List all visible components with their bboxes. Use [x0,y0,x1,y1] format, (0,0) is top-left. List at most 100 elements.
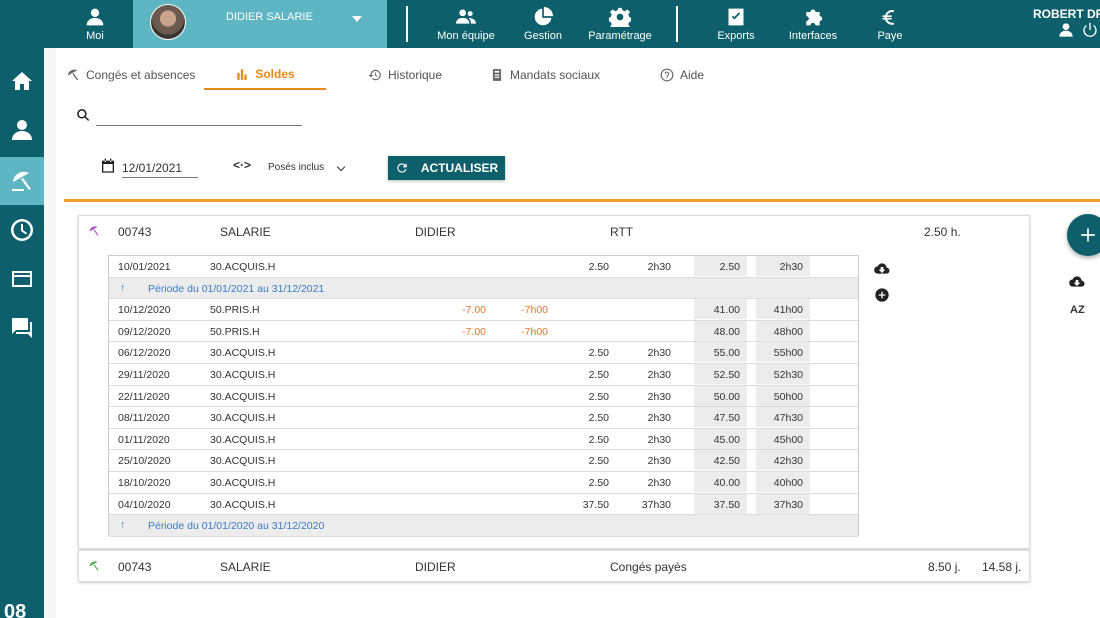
calendar-icon[interactable] [100,158,116,174]
download-action[interactable] [874,261,890,282]
top-navigation-bar: Moi DIDIER SALARIE Mon équipe Gestion Pa… [0,0,1100,48]
person-icon [12,120,32,140]
table-row[interactable]: 25/10/2020 30.ACQUIS.H 2.50 2h30 42.50 42h30 [109,450,858,472]
umbrella-icon [67,69,79,81]
refresh-button[interactable]: ACTUALISER [388,156,505,180]
row-date: 18/10/2020 [118,477,171,489]
row-acquired-days: 2.50 [588,412,609,425]
badge-icon [492,69,502,81]
row-acquired-days: 2.50 [588,261,609,273]
sidebar-item-absences[interactable] [0,157,44,205]
cloud-download-icon [874,263,890,274]
sidebar-item-home[interactable] [0,57,44,105]
sidebar-item-messages[interactable] [0,304,44,352]
tab-soldes[interactable]: Soldes [204,60,326,90]
table-row[interactable]: 04/10/2020 30.ACQUIS.H 37.50 37h30 37.50 37h3… [109,493,858,516]
table-row[interactable]: 08/11/2020 30.ACQUIS.H 2.50 2h30 47.50 47h30 [109,407,858,429]
employee-last-name: SALARIE [220,560,271,574]
balance-card-cp: 00743 SALARIE DIDIER Congés payés 8.50 j… [78,550,1030,582]
table-row[interactable]: 10/12/2020 50.PRIS.H -7.00 -7h00 41.00 41h00 [109,299,858,321]
row-code: 30.ACQUIS.H [210,498,276,511]
table-row[interactable]: 10/01/2021 30.ACQUIS.H 2.50 2h30 2.50 2h30 [109,256,858,278]
range-icon: <·> [233,158,252,172]
chevron-down-icon[interactable] [352,16,362,22]
nav-interfaces[interactable]: Interfaces [788,0,838,48]
add-button[interactable] [1067,214,1100,256]
row-date: 04/10/2020 [118,498,171,511]
sidebar-item-payment[interactable] [0,255,44,303]
export-button[interactable] [1069,274,1085,295]
nav-moi[interactable]: Moi [76,0,114,48]
chat-icon [12,318,32,338]
nav-interfaces-label: Interfaces [788,29,838,42]
nav-mon-equipe[interactable]: Mon équipe [436,0,496,48]
tab-aide[interactable]: Aide [660,60,704,90]
period-row[interactable]: ↑ Période du 01/01/2020 au 31/12/2020 [109,515,858,537]
nav-paye[interactable]: Paye [876,0,904,48]
row-balance-days: 55.00 [713,347,740,360]
row-balance-days: 42.50 [713,455,740,468]
balance-value: 8.50 j. [928,560,961,574]
tab-mandats-sociaux[interactable]: Mandats sociaux [490,60,600,90]
row-balance-days: 41.00 [713,304,740,317]
card-icon [12,271,32,287]
row-taken-days: -7.00 [462,304,486,317]
sidebar-item-time[interactable] [0,206,44,254]
search-icon [77,109,90,122]
table-row[interactable]: 22/11/2020 30.ACQUIS.H 2.50 2h30 50.00 50h00 [109,385,858,408]
row-balance-hours: 41h00 [773,304,803,317]
sidebar: 08 [0,48,44,618]
card-header[interactable]: 00743 SALARIE DIDIER RTT 2.50 h. [79,216,1029,246]
absence-filter-select[interactable]: Posés inclus [262,158,348,176]
row-code: 30.ACQUIS.H [210,390,276,403]
tab-label: Congés et absences [86,68,196,82]
nav-mon-equipe-label: Mon équipe [437,29,495,42]
tab-label: Soldes [255,67,295,81]
tab-bar: Congés et absences Soldes Historique Man… [56,60,1100,90]
row-date: 29/11/2020 [118,369,170,381]
nav-exports[interactable]: Exports [716,0,756,48]
user-selector[interactable]: DIDIER SALARIE [133,0,387,48]
help-icon [660,68,674,82]
row-balance-days: 47.50 [713,412,740,425]
row-taken-hours: -7h00 [521,325,548,338]
search-input[interactable] [96,108,302,126]
row-date: 01/11/2020 [118,433,170,446]
card-header[interactable]: 00743 SALARIE DIDIER Congés payés 8.50 j… [79,551,1029,581]
row-acquired-hours: 2h30 [647,455,671,468]
row-balance-hours: 52h30 [773,369,803,381]
add-circle-icon [875,288,889,302]
divider [64,199,1100,202]
add-icon [1081,228,1095,242]
row-acquired-days: 2.50 [588,347,609,360]
row-acquired-days: 2.50 [588,390,609,403]
tab-conges-absences[interactable]: Congés et absences [66,60,195,90]
power-icon[interactable] [1082,22,1098,38]
period-label: Période du 01/01/2021 au 31/12/2021 [148,282,325,295]
umbrella-icon [89,561,99,571]
date-field[interactable] [122,159,198,178]
row-acquired-days: 37.50 [582,498,609,511]
checklist-icon [728,8,744,25]
gear-icon [609,7,631,27]
row-code: 30.ACQUIS.H [210,369,276,381]
row-acquired-hours: 2h30 [647,261,671,273]
table-row[interactable]: 18/10/2020 30.ACQUIS.H 2.50 2h30 40.00 40h00 [109,472,858,494]
tab-historique[interactable]: Historique [368,60,442,90]
period-row[interactable]: ↑ Période du 01/01/2021 au 31/12/2021 [109,277,858,300]
nav-gestion[interactable]: Gestion [522,0,564,48]
table-row[interactable]: 29/11/2020 30.ACQUIS.H 2.50 2h30 52.50 52h30 [109,364,858,386]
table-row[interactable]: 09/12/2020 50.PRIS.H -7.00 -7h00 48.00 48h00 [109,320,858,343]
row-balance-hours: 47h30 [773,412,803,425]
nav-parametrage[interactable]: Paramétrage [588,0,652,48]
sidebar-item-profile[interactable] [0,106,44,154]
sort-az-button[interactable]: AZ [1070,304,1085,316]
row-code: 30.ACQUIS.H [210,477,276,489]
table-row[interactable]: 01/11/2020 30.ACQUIS.H 2.50 2h30 45.00 45h00 [109,428,858,451]
table-row[interactable]: 06/12/2020 30.ACQUIS.H 2.50 2h30 55.00 55h00 [109,342,858,364]
row-balance-hours: 45h00 [773,433,803,446]
cloud-download-icon [1069,276,1085,287]
person-icon[interactable] [1058,22,1074,38]
expand-action[interactable] [874,287,890,308]
row-acquired-hours: 2h30 [647,347,671,360]
